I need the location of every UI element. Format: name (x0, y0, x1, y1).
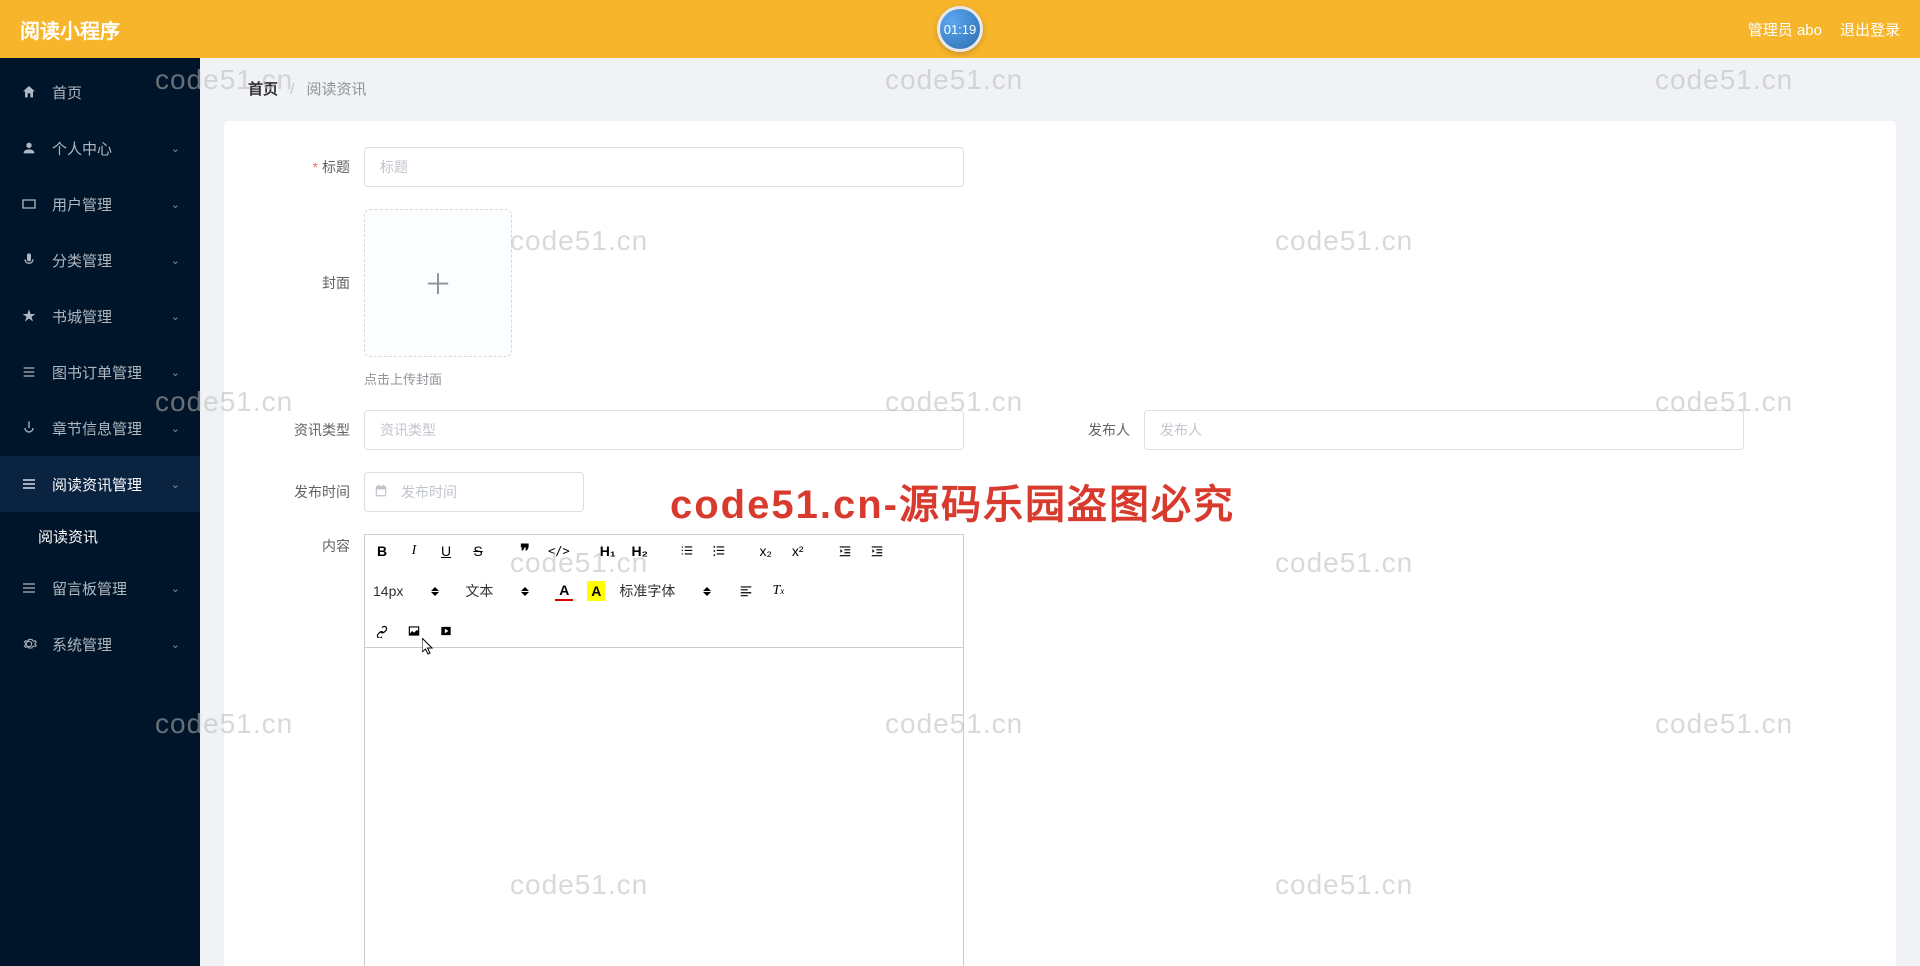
chevron-down-icon: ⌄ (171, 366, 180, 379)
image-button[interactable] (405, 621, 423, 641)
sidebar-item-guestbook[interactable]: 留言板管理 ⌄ (0, 560, 200, 616)
title-input[interactable] (364, 147, 964, 187)
font-family-select[interactable]: 标准字体 (619, 581, 723, 601)
sidebar-item-label: 书城管理 (52, 306, 171, 327)
calendar-icon (374, 484, 388, 501)
sidebar-item-bookstore[interactable]: 书城管理 ⌄ (0, 288, 200, 344)
logout-button[interactable]: 退出登录 (1840, 19, 1900, 40)
align-button[interactable] (737, 581, 755, 601)
sidebar-item-news[interactable]: 阅读资讯管理 ⌄ (0, 456, 200, 512)
menu-icon (20, 475, 38, 493)
publisher-input[interactable] (1144, 410, 1744, 450)
sidebar-subitem-news[interactable]: 阅读资讯 (0, 512, 200, 560)
user-icon (20, 139, 38, 157)
bg-color-button[interactable]: A (587, 581, 605, 601)
sidebar-item-chapters[interactable]: 章节信息管理 ⌄ (0, 400, 200, 456)
title-label: *标题 (264, 147, 364, 187)
sidebar-subitem-label: 阅读资讯 (38, 526, 98, 547)
sidebar-item-label: 个人中心 (52, 138, 171, 159)
sidebar-item-label: 用户管理 (52, 194, 171, 215)
mic-icon (20, 251, 38, 269)
chevron-down-icon: ⌄ (171, 582, 180, 595)
chevron-down-icon: ⌄ (171, 422, 180, 435)
sidebar-item-label: 首页 (52, 82, 180, 103)
rich-editor: B I U S ❞ </> H₁ H₂ (364, 534, 964, 966)
sidebar-item-label: 分类管理 (52, 250, 171, 271)
bullet-list-button[interactable] (710, 541, 728, 561)
breadcrumb-separator: / (290, 81, 294, 98)
underline-button[interactable]: U (437, 541, 455, 561)
list-icon (20, 363, 38, 381)
power-icon (20, 419, 38, 437)
breadcrumb-current: 阅读资讯 (307, 81, 367, 98)
gear-icon (20, 635, 38, 653)
admin-label[interactable]: 管理员 abo (1748, 19, 1822, 40)
card-icon (20, 195, 38, 213)
chevron-down-icon: ⌄ (171, 254, 180, 267)
block-format-select[interactable]: 文本 (465, 581, 541, 601)
type-label: 资讯类型 (264, 410, 364, 450)
indent-button[interactable] (868, 541, 886, 561)
chevron-down-icon: ⌄ (171, 310, 180, 323)
type-input[interactable] (364, 410, 964, 450)
code-button[interactable]: </> (548, 541, 570, 561)
cover-upload[interactable]: ＋ (364, 209, 512, 357)
main-content: 首页 / 阅读资讯 *标题 封面 ＋ 点击上传封面 (200, 58, 1920, 966)
h2-button[interactable]: H₂ (631, 541, 649, 561)
time-label: 发布时间 (264, 472, 364, 512)
timer-badge: 01:19 (937, 6, 983, 52)
plus-icon: ＋ (424, 263, 452, 303)
menu-icon (20, 579, 38, 597)
cover-hint: 点击上传封面 (364, 369, 512, 388)
subscript-button[interactable]: x₂ (757, 541, 775, 561)
app-title: 阅读小程序 (20, 15, 120, 44)
header-bar: 阅读小程序 01:19 管理员 abo 退出登录 (0, 0, 1920, 58)
publisher-label: 发布人 (1044, 410, 1144, 450)
sidebar: 首页 个人中心 ⌄ 用户管理 ⌄ 分类管理 ⌄ 书城管理 ⌄ 图书订单管理 ⌄ (0, 58, 200, 966)
sidebar-item-profile[interactable]: 个人中心 ⌄ (0, 120, 200, 176)
breadcrumb-home[interactable]: 首页 (248, 81, 278, 98)
sidebar-item-label: 图书订单管理 (52, 362, 171, 383)
sidebar-item-system[interactable]: 系统管理 ⌄ (0, 616, 200, 672)
italic-button[interactable]: I (405, 541, 423, 561)
sidebar-item-users[interactable]: 用户管理 ⌄ (0, 176, 200, 232)
sidebar-item-label: 留言板管理 (52, 578, 171, 599)
text-color-button[interactable]: A (555, 581, 573, 601)
outdent-button[interactable] (836, 541, 854, 561)
sidebar-item-label: 阅读资讯管理 (52, 474, 171, 495)
sidebar-item-home[interactable]: 首页 (0, 64, 200, 120)
superscript-button[interactable]: x² (789, 541, 807, 561)
timer-value: 01:19 (944, 22, 977, 37)
content-label: 内容 (264, 534, 364, 558)
ordered-list-button[interactable] (678, 541, 696, 561)
chevron-down-icon: ⌄ (171, 142, 180, 155)
bold-button[interactable]: B (373, 541, 391, 561)
time-input[interactable] (364, 472, 584, 512)
editor-toolbar: B I U S ❞ </> H₁ H₂ (365, 535, 963, 648)
sidebar-item-label: 系统管理 (52, 634, 171, 655)
home-icon (20, 83, 38, 101)
sidebar-item-category[interactable]: 分类管理 ⌄ (0, 232, 200, 288)
quote-button[interactable]: ❞ (516, 541, 534, 561)
sidebar-item-label: 章节信息管理 (52, 418, 171, 439)
breadcrumb: 首页 / 阅读资讯 (200, 58, 1920, 109)
sidebar-item-orders[interactable]: 图书订单管理 ⌄ (0, 344, 200, 400)
chevron-down-icon: ⌄ (171, 478, 180, 491)
clear-format-button[interactable]: Tx (769, 581, 787, 601)
star-icon (20, 307, 38, 325)
font-size-select[interactable]: 14px (373, 583, 451, 599)
cover-label: 封面 (264, 209, 364, 357)
editor-content[interactable] (365, 648, 963, 966)
form-container: *标题 封面 ＋ 点击上传封面 资讯类型 (224, 121, 1896, 966)
chevron-down-icon: ⌄ (171, 198, 180, 211)
chevron-down-icon: ⌄ (171, 638, 180, 651)
h1-button[interactable]: H₁ (599, 541, 617, 561)
video-button[interactable] (437, 621, 455, 641)
link-button[interactable] (373, 621, 391, 641)
strike-button[interactable]: S (469, 541, 487, 561)
